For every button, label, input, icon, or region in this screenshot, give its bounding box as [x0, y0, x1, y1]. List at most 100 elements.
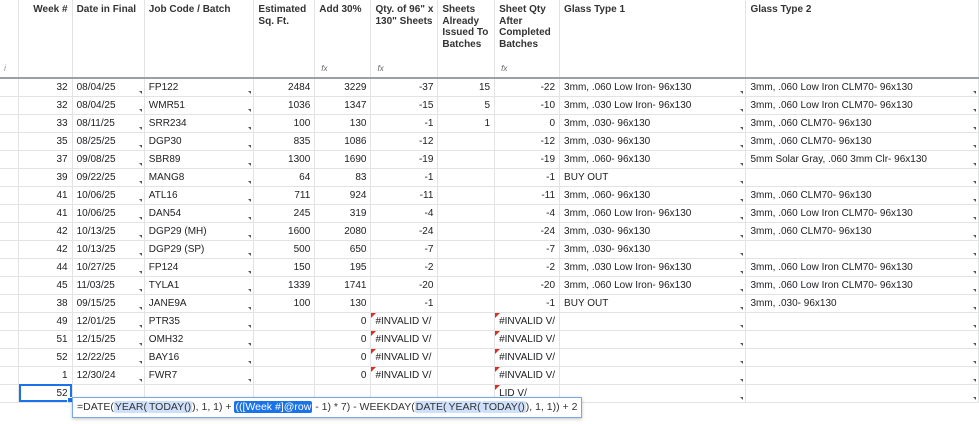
issued-cell[interactable] [437, 240, 496, 259]
date-cell[interactable]: 10/13/25 [72, 222, 145, 241]
glass-type-1-cell[interactable] [559, 330, 747, 349]
glass-type-2-cell[interactable] [745, 348, 979, 367]
job-code-cell[interactable]: FP124 [144, 258, 255, 277]
qty-sheets-cell[interactable]: #INVALID V/ [370, 366, 439, 385]
col-header-issued[interactable]: Sheets Already Issued To Batches [437, 0, 496, 79]
glass-type-2-cell[interactable] [745, 240, 979, 259]
glass-type-1-cell[interactable] [559, 384, 747, 403]
col-header-qty[interactable]: Qty. of 96" x 130" Sheets fx [370, 0, 439, 79]
glass-type-2-cell[interactable] [745, 384, 979, 403]
row-gutter[interactable] [0, 348, 20, 367]
issued-cell[interactable] [437, 222, 496, 241]
issued-cell[interactable]: 15 [437, 78, 496, 97]
glass-type-2-cell[interactable]: 3mm, .060 CLM70- 96x130 [745, 222, 979, 241]
glass-type-2-cell[interactable] [745, 366, 979, 385]
glass-type-1-cell[interactable]: 3mm, .030- 96x130 [559, 222, 747, 241]
date-cell[interactable]: 10/06/25 [72, 204, 145, 223]
date-cell[interactable]: 08/04/25 [72, 96, 145, 115]
sqft-cell[interactable]: 711 [253, 186, 316, 205]
row-gutter[interactable] [0, 276, 20, 295]
add30-cell[interactable]: 130 [314, 114, 372, 133]
week-cell[interactable]: 51 [18, 330, 73, 349]
row-gutter[interactable] [0, 168, 20, 187]
row-gutter[interactable] [0, 330, 20, 349]
week-cell[interactable]: 42 [18, 222, 73, 241]
date-cell[interactable]: 09/15/25 [72, 294, 145, 313]
qty-sheets-cell[interactable]: #INVALID V/ [370, 330, 439, 349]
job-code-cell[interactable]: WMR51 [144, 96, 255, 115]
after-cell[interactable]: -22 [494, 78, 561, 97]
week-cell[interactable]: 35 [18, 132, 73, 151]
job-code-cell[interactable]: DGP29 (MH) [144, 222, 255, 241]
sqft-cell[interactable] [253, 348, 316, 367]
sqft-cell[interactable]: 500 [253, 240, 316, 259]
job-code-cell[interactable]: BAY16 [144, 348, 255, 367]
issued-cell[interactable] [437, 204, 496, 223]
issued-cell[interactable] [437, 312, 496, 331]
after-cell[interactable]: -10 [494, 96, 561, 115]
row-gutter[interactable] [0, 312, 20, 331]
week-cell[interactable]: 52 [18, 348, 73, 367]
col-header-job[interactable]: Job Code / Batch [144, 0, 255, 79]
week-cell[interactable]: 42 [18, 240, 73, 259]
after-cell[interactable]: -20 [494, 276, 561, 295]
active-week-cell[interactable]: 52 [18, 384, 73, 403]
job-code-cell[interactable]: JANE9A [144, 294, 255, 313]
qty-sheets-cell[interactable]: -12 [370, 132, 439, 151]
add30-cell[interactable]: 2080 [314, 222, 372, 241]
col-header-sqft[interactable]: Estimated Sq. Ft. [253, 0, 316, 79]
add30-cell[interactable]: 319 [314, 204, 372, 223]
glass-type-2-cell[interactable]: 3mm, .060 CLM70- 96x130 [745, 132, 979, 151]
date-cell[interactable]: 08/11/25 [72, 114, 145, 133]
date-cell[interactable]: 09/22/25 [72, 168, 145, 187]
job-code-cell[interactable]: DGP30 [144, 132, 255, 151]
date-cell[interactable]: 12/15/25 [72, 330, 145, 349]
job-code-cell[interactable]: TYLA1 [144, 276, 255, 295]
job-code-cell[interactable]: SRR234 [144, 114, 255, 133]
qty-sheets-cell[interactable]: -19 [370, 150, 439, 169]
glass-type-1-cell[interactable]: 3mm, .030 Low Iron- 96x130 [559, 258, 747, 277]
glass-type-1-cell[interactable]: 3mm, .030 Low Iron- 96x130 [559, 96, 747, 115]
qty-sheets-cell[interactable]: -11 [370, 186, 439, 205]
issued-cell[interactable]: 1 [437, 114, 496, 133]
after-cell[interactable]: #INVALID V/ [494, 312, 561, 331]
qty-sheets-cell[interactable]: -15 [370, 96, 439, 115]
after-cell[interactable]: -24 [494, 222, 561, 241]
sqft-cell[interactable] [253, 366, 316, 385]
add30-cell[interactable]: 83 [314, 168, 372, 187]
issued-cell[interactable] [437, 276, 496, 295]
week-cell[interactable]: 44 [18, 258, 73, 277]
issued-cell[interactable] [437, 186, 496, 205]
week-cell[interactable]: 33 [18, 114, 73, 133]
glass-type-1-cell[interactable]: 3mm, .030- 96x130 [559, 114, 747, 133]
sqft-cell[interactable]: 100 [253, 114, 316, 133]
date-cell[interactable]: 08/04/25 [72, 78, 145, 97]
add30-cell[interactable]: 650 [314, 240, 372, 259]
add30-cell[interactable]: 1741 [314, 276, 372, 295]
add30-cell[interactable]: 130 [314, 294, 372, 313]
week-cell[interactable]: 45 [18, 276, 73, 295]
issued-cell[interactable]: 5 [437, 96, 496, 115]
glass-type-2-cell[interactable]: 3mm, .060 CLM70- 96x130 [745, 186, 979, 205]
after-cell[interactable]: -12 [494, 132, 561, 151]
sqft-cell[interactable]: 1339 [253, 276, 316, 295]
after-cell[interactable]: -1 [494, 168, 561, 187]
row-gutter[interactable] [0, 132, 20, 151]
glass-type-1-cell[interactable]: 3mm, .030- 96x130 [559, 132, 747, 151]
sqft-cell[interactable]: 245 [253, 204, 316, 223]
date-cell[interactable]: 10/27/25 [72, 258, 145, 277]
job-code-cell[interactable]: DGP29 (SP) [144, 240, 255, 259]
job-code-cell[interactable]: MANG8 [144, 168, 255, 187]
add30-cell[interactable]: 924 [314, 186, 372, 205]
col-header-glass2[interactable]: Glass Type 2 [745, 0, 979, 79]
date-cell[interactable]: 11/03/25 [72, 276, 145, 295]
glass-type-1-cell[interactable]: BUY OUT [559, 168, 747, 187]
qty-sheets-cell[interactable]: #INVALID V/ [370, 312, 439, 331]
row-gutter[interactable] [0, 96, 20, 115]
glass-type-2-cell[interactable]: 3mm, .060 Low Iron CLM70- 96x130 [745, 204, 979, 223]
after-cell[interactable]: -4 [494, 204, 561, 223]
qty-sheets-cell[interactable]: -20 [370, 276, 439, 295]
issued-cell[interactable] [437, 168, 496, 187]
week-cell[interactable]: 32 [18, 96, 73, 115]
issued-cell[interactable] [437, 366, 496, 385]
